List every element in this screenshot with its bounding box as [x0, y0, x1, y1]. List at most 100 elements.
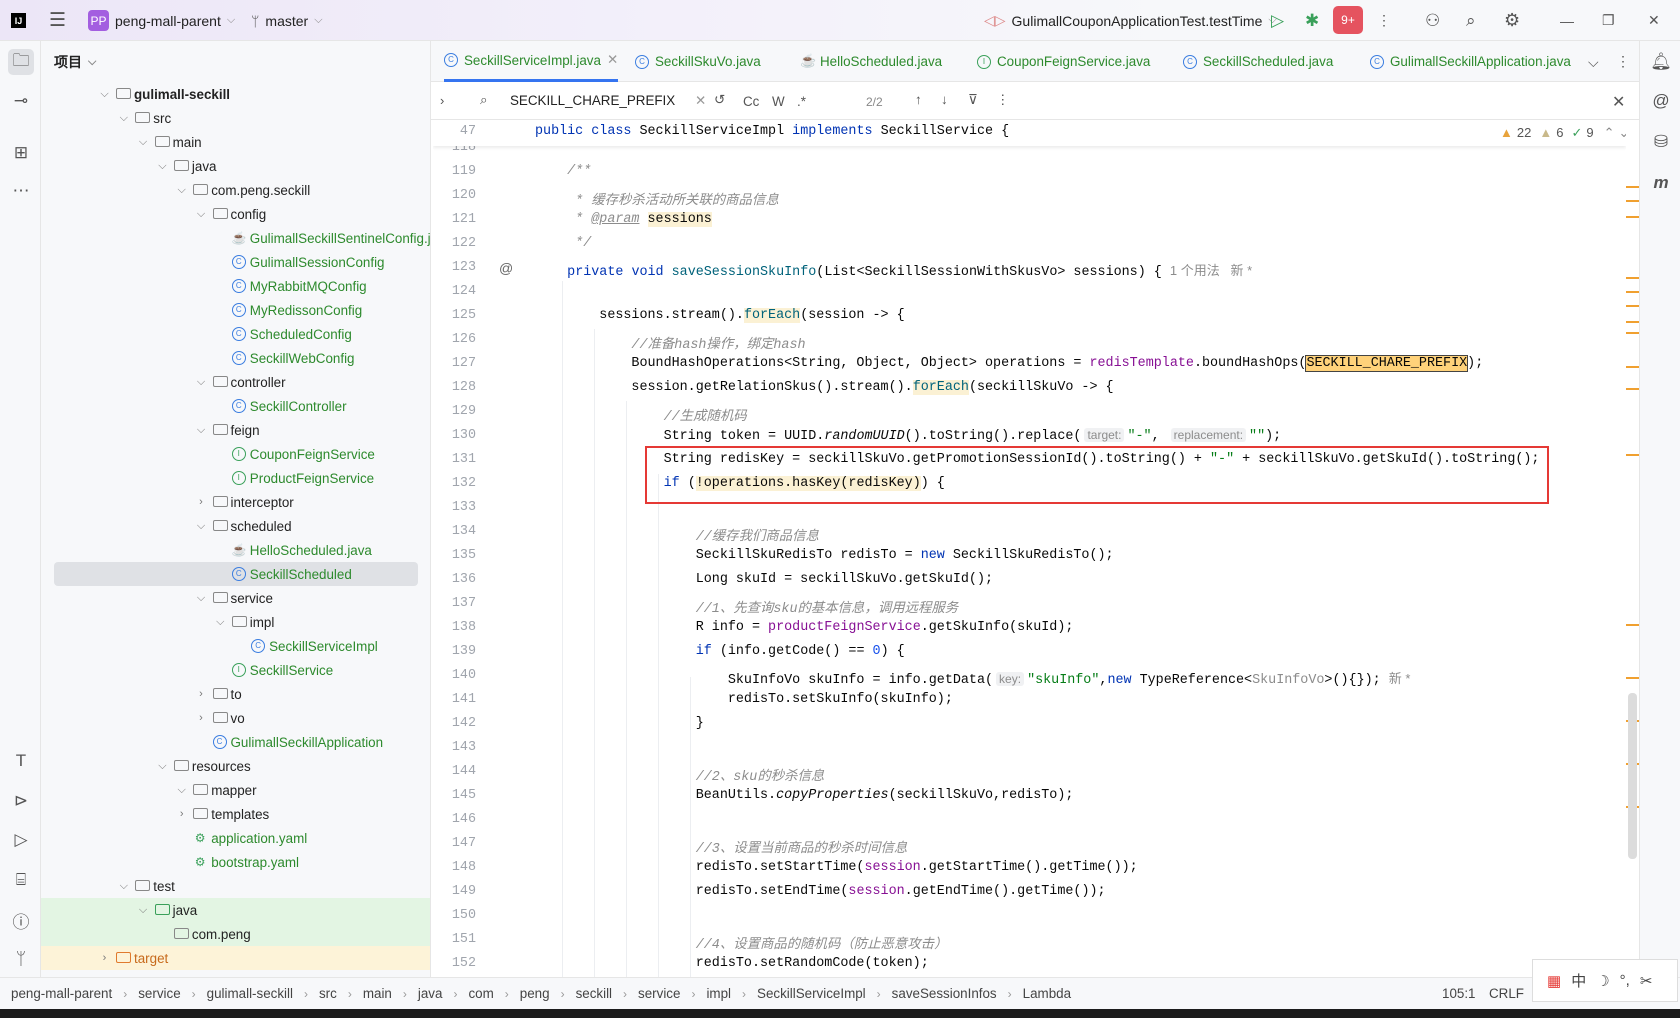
- tree-item[interactable]: ⌵ controller: [41, 370, 430, 394]
- more-tools-icon[interactable]: ⋯: [8, 178, 34, 204]
- tree-item[interactable]: ☕GulimallSeckillSentinelConfig.java: [41, 226, 430, 250]
- chevron-right-icon[interactable]: ›: [195, 496, 208, 508]
- search-icon[interactable]: ⌕: [1466, 0, 1476, 41]
- tree-item[interactable]: C SeckillServiceImpl: [41, 634, 430, 658]
- close-find-icon[interactable]: ✕: [1612, 92, 1625, 112]
- chevron-down-icon[interactable]: ⌵: [137, 136, 150, 149]
- implementation-gutter-icon[interactable]: @: [499, 260, 513, 276]
- tree-item[interactable]: C GulimallSessionConfig: [41, 250, 430, 274]
- database-icon[interactable]: ⛁: [1648, 129, 1674, 155]
- updates-button[interactable]: 9+: [1333, 6, 1363, 34]
- chevron-right-icon[interactable]: ›: [195, 688, 208, 700]
- regex-toggle[interactable]: .*: [797, 94, 806, 109]
- tree-item[interactable]: com.peng: [41, 922, 430, 946]
- tree-item[interactable]: C MyRabbitMQConfig: [41, 274, 430, 298]
- more-icon[interactable]: ⋮: [1377, 0, 1391, 41]
- chevron-down-icon[interactable]: ⌵: [195, 376, 208, 389]
- branch-selector[interactable]: ᛘ master ⌵: [251, 0, 323, 41]
- tree-item[interactable]: ⌵ mapper: [41, 778, 430, 802]
- search-history-icon[interactable]: ⌕: [480, 92, 488, 108]
- tree-item[interactable]: ⚙ bootstrap.yaml: [41, 850, 430, 874]
- tree-item[interactable]: › target: [41, 946, 430, 970]
- tree-item[interactable]: ⌵ scheduled: [41, 514, 430, 538]
- breadcrumb-item[interactable]: seckill: [576, 986, 612, 1001]
- line-separator[interactable]: CRLF: [1489, 986, 1524, 1001]
- breadcrumb-item[interactable]: peng: [520, 986, 550, 1001]
- terminal-icon[interactable]: ⌸: [8, 867, 34, 893]
- tree-item[interactable]: I ProductFeignService: [41, 466, 430, 490]
- chevron-down-icon[interactable]: ⌵: [156, 160, 169, 173]
- minimize-icon[interactable]: —: [1560, 0, 1574, 41]
- services-icon[interactable]: ⊳: [8, 788, 34, 814]
- breadcrumb-item[interactable]: src: [319, 986, 337, 1001]
- run-icon[interactable]: ▷: [1271, 0, 1284, 41]
- chevron-down-icon[interactable]: ⌵: [195, 208, 208, 221]
- ime-toolbar[interactable]: ▦ 中 ☽ °, ✂: [1532, 959, 1678, 1002]
- tab-gulimallseckillapplication-java[interactable]: C GulimallSeckillApplication.java: [1370, 41, 1571, 82]
- run-tool-icon[interactable]: ▷: [8, 827, 34, 853]
- tab-seckillskuvo-java[interactable]: C SeckillSkuVo.java: [635, 41, 761, 82]
- tree-item[interactable]: ☕ HelloScheduled.java: [41, 538, 430, 562]
- breadcrumb-item[interactable]: service: [638, 986, 680, 1001]
- ime-language[interactable]: 中: [1571, 970, 1586, 991]
- tree-item[interactable]: › interceptor: [41, 490, 430, 514]
- maven-icon[interactable]: m: [1648, 170, 1674, 196]
- tree-item[interactable]: ⌵ service: [41, 586, 430, 610]
- expand-replace-icon[interactable]: ›: [440, 93, 444, 108]
- chevron-down-icon[interactable]: ⌵: [137, 904, 150, 917]
- scroll-thumb[interactable]: [1628, 693, 1637, 859]
- moon-icon[interactable]: ☽: [1596, 972, 1609, 990]
- chevron-right-icon[interactable]: ›: [195, 712, 208, 724]
- tree-item[interactable]: › vo: [41, 706, 430, 730]
- next-match-icon[interactable]: ↓: [941, 92, 948, 107]
- punctuation-icon[interactable]: °,: [1620, 972, 1630, 989]
- tree-item[interactable]: ⌵ com.peng.seckill: [41, 178, 430, 202]
- tree-item[interactable]: ⌵ src: [41, 106, 430, 130]
- git-icon[interactable]: ᛘ: [8, 946, 34, 972]
- chevron-right-icon[interactable]: ›: [175, 808, 188, 820]
- breadcrumb-item[interactable]: impl: [706, 986, 731, 1001]
- clear-search-icon[interactable]: ✕: [695, 93, 706, 109]
- project-panel-header[interactable]: 项目 ⌵: [54, 52, 96, 72]
- run-config-selector[interactable]: ◁▷ GulimallCouponApplicationTest.testTime…: [984, 0, 1277, 41]
- match-case-toggle[interactable]: Cc: [743, 94, 759, 109]
- tree-item[interactable]: C SeckillScheduled: [54, 562, 418, 586]
- tab-helloscheduled-java[interactable]: ☕ HelloScheduled.java: [800, 41, 942, 82]
- caret-position[interactable]: 105:1: [1442, 986, 1476, 1001]
- structure-icon[interactable]: ⊞: [8, 140, 34, 166]
- chevron-down-icon[interactable]: ⌵: [156, 760, 169, 773]
- ai-assistant-icon[interactable]: @: [1648, 88, 1674, 114]
- tree-item[interactable]: ⌵ feign: [41, 418, 430, 442]
- chevron-up-icon[interactable]: ⌃: [1604, 125, 1615, 141]
- notifications-icon[interactable]: 🔔︎: [1648, 49, 1674, 75]
- tabs-dropdown-icon[interactable]: ⌵: [1588, 54, 1599, 71]
- inspection-widget[interactable]: ▲ 22 ▲ 6 ✓ 9 ⌃ ⌄: [1500, 125, 1626, 141]
- debug-icon[interactable]: ✱: [1305, 0, 1319, 41]
- tabs-more-icon[interactable]: ⋮: [1616, 53, 1630, 70]
- previous-match-icon[interactable]: ↑: [915, 92, 922, 107]
- tab-couponfeignservice-java[interactable]: I CouponFeignService.java: [977, 41, 1150, 82]
- tab-seckillscheduled-java[interactable]: C SeckillScheduled.java: [1183, 41, 1333, 82]
- close-tab-icon[interactable]: ✕: [607, 52, 618, 68]
- chevron-down-icon[interactable]: ⌵: [195, 520, 208, 533]
- chevron-right-icon[interactable]: ›: [98, 952, 111, 964]
- tree-item[interactable]: ⌵ gulimall-seckill: [41, 82, 430, 106]
- editor-scrollbar[interactable]: [1626, 120, 1639, 977]
- commit-icon[interactable]: ⊸: [8, 88, 34, 114]
- chevron-down-icon[interactable]: ⌄: [1619, 125, 1627, 141]
- breadcrumb-item[interactable]: service: [138, 986, 180, 1001]
- breadcrumb-item[interactable]: main: [363, 986, 392, 1001]
- chevron-down-icon[interactable]: ⌵: [117, 112, 130, 125]
- add-user-icon[interactable]: ⚇: [1425, 0, 1440, 41]
- tree-item[interactable]: ⌵ config: [41, 202, 430, 226]
- tree-item[interactable]: C GulimallSeckillApplication: [41, 730, 430, 754]
- build-icon[interactable]: T: [8, 748, 34, 774]
- sticky-header-line[interactable]: 47 public class SeckillServiceImpl imple…: [433, 120, 1626, 146]
- tab-seckillserviceimpl-java[interactable]: C SeckillServiceImpl.java ✕: [444, 41, 619, 82]
- new-line-icon[interactable]: ↺: [714, 92, 725, 108]
- close-window-icon[interactable]: ✕: [1648, 0, 1660, 41]
- settings-icon[interactable]: ⚙: [1504, 0, 1520, 41]
- tree-item[interactable]: C MyRedissonConfig: [41, 298, 430, 322]
- chevron-down-icon[interactable]: ⌵: [175, 184, 188, 197]
- tree-item[interactable]: I CouponFeignService: [41, 442, 430, 466]
